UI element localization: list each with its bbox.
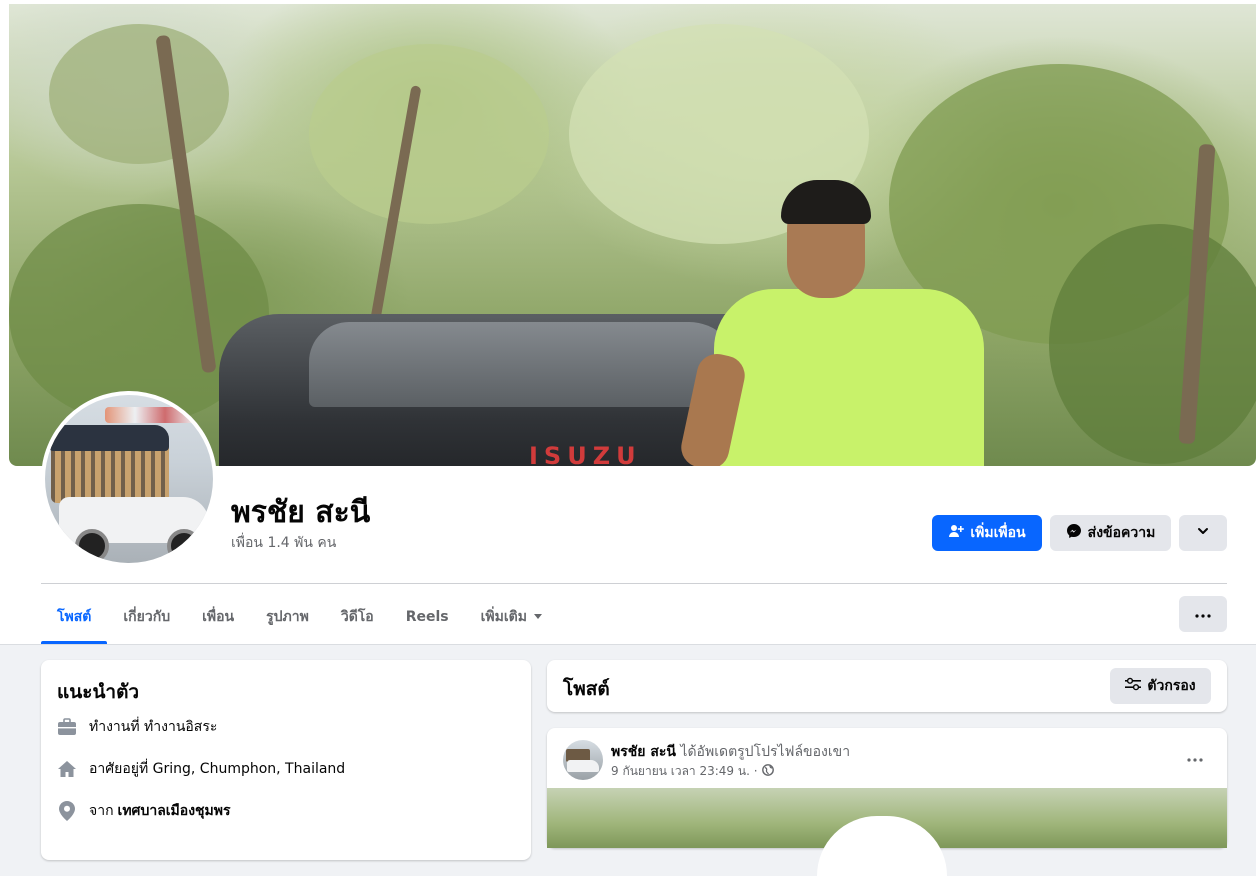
messenger-icon [1066,523,1082,543]
tab-label: เพิ่มเติม [480,609,527,625]
tab-photos[interactable]: รูปภาพ [250,590,325,644]
intro-title: แนะนำตัว [57,681,140,703]
tab-posts[interactable]: โพสต์ [41,590,108,644]
filter-button[interactable]: ตัวกรอง [1110,668,1211,704]
post-timestamp[interactable]: 9 กันยายน เวลา 23:49 น. · [611,762,774,781]
person-hair [781,180,871,224]
cargo-tarp [49,425,169,451]
post-card: พรชัย สะนี ได้อัพเดตรูปโปรไฟล์ของเขา 9 ก… [547,728,1227,876]
post-author-avatar[interactable] [563,740,603,780]
avatar-image [45,395,213,563]
profile-tabs: โพสต์ เกี่ยวกับ เพื่อน รูปภาพ วิดีโอ Ree… [41,590,559,644]
posts-header-card: โพสต์ ตัวกรอง [547,660,1227,712]
filter-sliders-icon [1125,677,1142,695]
intro-from-prefix: จาก [89,803,114,819]
filter-label: ตัวกรอง [1147,678,1196,694]
home-icon [57,759,77,779]
tab-label: เกี่ยวกับ [123,609,171,625]
truck-window [309,322,739,407]
race-cars [105,407,195,423]
profile-avatar[interactable] [41,391,217,567]
add-friend-button[interactable]: เพิ่มเพื่อน [932,515,1042,551]
intro-card: แนะนำตัว ทำงานที่ ทำงานอิสระ อาศัยอยู่ที… [41,660,531,860]
intro-from-place[interactable]: เทศบาลเมืองชุมพร [118,800,231,822]
tab-label: รูปภาพ [266,609,309,625]
message-button[interactable]: ส่งข้อความ [1050,515,1171,551]
post-options-button[interactable] [1179,744,1211,772]
tab-more[interactable]: เพิ่มเติม [465,590,559,644]
profile-picture-ring [817,816,947,876]
ellipsis-icon [1195,605,1211,623]
post-action-text: ได้อัพเดตรูปโปรไฟล์ของเขา [680,744,851,760]
intro-lives: อาศัยอยู่ที่ Gring, Chumphon, Thailand [57,758,345,780]
person-shirt [714,289,984,466]
tab-label: โพสต์ [57,609,92,625]
friends-count[interactable]: เพื่อน 1.4 พัน คน [231,532,336,554]
tab-reels[interactable]: Reels [390,590,465,644]
tab-videos[interactable]: วิดีโอ [325,590,390,644]
globe-icon [761,764,774,779]
add-friend-label: เพิ่มเพื่อน [970,525,1026,541]
tab-label: เพื่อน [202,609,235,625]
caret-down-icon [533,609,543,625]
intro-from: จาก เทศบาลเมืองชุมพร [57,800,231,822]
chevron-down-icon [1196,524,1210,542]
location-pin-icon [57,801,77,821]
intro-work: ทำงานที่ ทำงานอิสระ [57,716,217,738]
ellipsis-icon [1187,749,1203,767]
truck-wheel [167,529,201,563]
post-time-text: 9 กันยายน เวลา 23:49 น. · [611,764,758,778]
tab-label: Reels [405,609,449,625]
profile-more-button[interactable] [1179,515,1227,551]
intro-lives-text: อาศัยอยู่ที่ Gring, Chumphon, Thailand [89,761,346,777]
post-author-name[interactable]: พรชัย สะนี [611,744,676,760]
tab-label: วิดีโอ [340,609,374,625]
post-author-line: พรชัย สะนี ได้อัพเดตรูปโปรไฟล์ของเขา [611,741,850,763]
tabs-overflow-button[interactable] [1179,596,1227,632]
tab-about[interactable]: เกี่ยวกับ [107,590,186,644]
header-divider [41,583,1227,584]
mini-truck [567,760,599,772]
profile-name: พรชัย สะนี [231,495,371,530]
truck-wheel [75,529,109,563]
add-person-icon [948,523,965,543]
briefcase-icon [57,717,77,737]
message-label: ส่งข้อความ [1087,525,1156,541]
post-image[interactable] [547,788,1227,876]
intro-work-text: ทำงานที่ ทำงานอิสระ [89,719,218,735]
truck-badge: ISUZU [529,442,642,466]
tab-friends[interactable]: เพื่อน [186,590,250,644]
cover-photo[interactable]: ISUZU [9,4,1256,466]
posts-title: โพสต์ [563,678,610,700]
